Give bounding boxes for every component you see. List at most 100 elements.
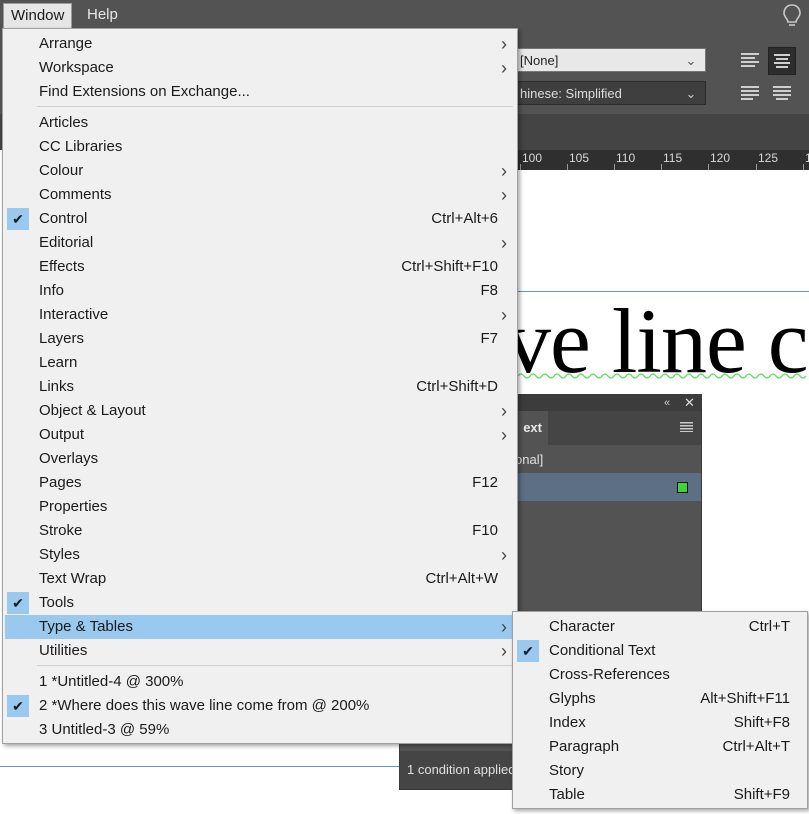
paragraph-style-dropdown[interactable]: [None] ⌄: [513, 48, 706, 72]
language-dropdown[interactable]: hinese: Simplified ⌄: [513, 81, 706, 105]
align-left-button[interactable]: [736, 47, 764, 75]
ruler-label: 115: [663, 151, 683, 165]
condition-label: onal]: [515, 452, 544, 467]
menu-item-type-tables[interactable]: Type & Tables ›: [5, 615, 515, 639]
chevron-down-icon: ⌄: [685, 53, 697, 68]
menu-item-label: Layers: [39, 330, 85, 347]
menu-item-label: CC Libraries: [39, 138, 123, 155]
menu-item-2-where-does-this-wave-line-come-from-200[interactable]: ✔ 2 *Where does this wave line come from …: [5, 694, 515, 718]
submenu-item-character[interactable]: Character Ctrl+T: [515, 615, 805, 639]
menu-item-label: Pages: [39, 474, 82, 491]
menu-item-workspace[interactable]: Workspace ›: [5, 56, 515, 80]
menu-item-label: Arrange: [39, 35, 93, 52]
menu-item-effects[interactable]: Effects Ctrl+Shift+F10: [5, 255, 515, 279]
submenu-item-cross-references[interactable]: Cross-References: [515, 663, 805, 687]
window-menu: Arrange › Workspace › Find Extensions on Exc…: [2, 28, 518, 744]
menu-item-label: Utilities: [39, 642, 88, 659]
chevron-right-icon: ›: [501, 641, 507, 661]
menu-item-output[interactable]: Output ›: [5, 423, 515, 447]
chevron-right-icon: ›: [501, 425, 507, 445]
menu-item-label: 3 Untitled-3 @ 59%: [39, 721, 170, 738]
menu-item-label: Workspace: [39, 59, 114, 76]
submenu-item-table[interactable]: Table Shift+F9: [515, 783, 805, 807]
menu-item-object-layout[interactable]: Object & Layout ›: [5, 399, 515, 423]
submenu-item-conditional-text[interactable]: ✔ Conditional Text: [515, 639, 805, 663]
menu-item-stroke[interactable]: Stroke F10: [5, 519, 515, 543]
chevron-right-icon: ›: [501, 305, 507, 325]
justify-left-button[interactable]: [736, 80, 764, 108]
menu-separator: [37, 665, 513, 666]
lightbulb-icon[interactable]: [780, 3, 804, 29]
menu-item-label: Tools: [39, 594, 75, 611]
checkmark-icon: ✔: [7, 208, 29, 230]
panel-menu-icon[interactable]: [680, 422, 693, 432]
menu-item-layers[interactable]: Layers F7: [5, 327, 515, 351]
menu-item-label: Type & Tables: [39, 618, 133, 635]
checkmark-icon: ✔: [7, 695, 29, 717]
menu-help[interactable]: Help: [80, 3, 125, 27]
menu-item-label: Text Wrap: [39, 570, 107, 587]
menu-item-shortcut: Ctrl+Alt+W: [425, 570, 498, 587]
menu-item-control[interactable]: ✔ Control Ctrl+Alt+6: [5, 207, 515, 231]
menu-item-shortcut: F12: [472, 474, 498, 491]
menu-item-styles[interactable]: Styles ›: [5, 543, 515, 567]
checkmark-icon: ✔: [7, 592, 29, 614]
menu-item-arrange[interactable]: Arrange ›: [5, 32, 515, 56]
chevron-right-icon: ›: [501, 58, 507, 78]
paragraph-style-value: [None]: [520, 53, 559, 68]
menu-item-interactive[interactable]: Interactive ›: [5, 303, 515, 327]
menu-item-pages[interactable]: Pages F12: [5, 471, 515, 495]
type-tables-submenu: Character Ctrl+T ✔ Conditional Text Cross-Re…: [512, 611, 808, 809]
menu-item-learn[interactable]: Learn: [5, 351, 515, 375]
menu-item-find-extensions-on-exchange[interactable]: Find Extensions on Exchange...: [5, 80, 515, 104]
language-value: hinese: Simplified: [520, 86, 622, 101]
menu-separator: [37, 106, 513, 107]
menu-item-articles[interactable]: Articles: [5, 111, 515, 135]
menu-item-label: Colour: [39, 162, 84, 179]
menu-window[interactable]: Window: [3, 3, 73, 28]
chevron-right-icon: ›: [501, 34, 507, 54]
menu-item-tools[interactable]: ✔ Tools: [5, 591, 515, 615]
menu-item-info[interactable]: Info F8: [5, 279, 515, 303]
checkmark-icon: ✔: [517, 640, 539, 662]
justify-center-button[interactable]: [768, 80, 796, 108]
menu-item-editorial[interactable]: Editorial ›: [5, 231, 515, 255]
chevron-right-icon: ›: [501, 233, 507, 253]
chevron-right-icon: ›: [501, 185, 507, 205]
close-icon[interactable]: ✕: [684, 395, 695, 411]
menu-item-text-wrap[interactable]: Text Wrap Ctrl+Alt+W: [5, 567, 515, 591]
submenu-item-label: Conditional Text: [549, 642, 656, 659]
menu-item-3-untitled-3-59[interactable]: 3 Untitled-3 @ 59%: [5, 718, 515, 742]
menu-item-label: Output: [39, 426, 85, 443]
submenu-item-label: Paragraph: [549, 738, 620, 755]
menu-bar: Window Help: [0, 0, 809, 30]
menu-item-overlays[interactable]: Overlays: [5, 447, 515, 471]
submenu-item-story[interactable]: Story: [515, 759, 805, 783]
menu-item-shortcut: Ctrl+Alt+6: [431, 210, 498, 227]
menu-item-label: Styles: [39, 546, 80, 563]
align-center-button[interactable]: [768, 47, 796, 75]
menu-item-comments[interactable]: Comments ›: [5, 183, 515, 207]
menu-item-label: Stroke: [39, 522, 83, 539]
submenu-item-paragraph[interactable]: Paragraph Ctrl+Alt+T: [515, 735, 805, 759]
ruler-label: 120: [710, 151, 731, 165]
submenu-item-shortcut: Ctrl+T: [748, 618, 790, 635]
menu-item-colour[interactable]: Colour ›: [5, 159, 515, 183]
margin-guide: [0, 766, 400, 767]
submenu-item-label: Glyphs: [549, 690, 596, 707]
menu-item-label: Editorial: [39, 234, 94, 251]
chevron-right-icon: ›: [501, 545, 507, 565]
menu-item-utilities[interactable]: Utilities ›: [5, 639, 515, 663]
menu-item-label: 1 *Untitled-4 @ 300%: [39, 673, 184, 690]
collapse-icon[interactable]: «: [664, 395, 670, 411]
submenu-item-label: Table: [549, 786, 585, 803]
submenu-item-glyphs[interactable]: Glyphs Alt+Shift+F11: [515, 687, 805, 711]
chevron-right-icon: ›: [501, 401, 507, 421]
menu-item-properties[interactable]: Properties: [5, 495, 515, 519]
menu-item-shortcut: Ctrl+Shift+F10: [401, 258, 498, 275]
menu-item-1-untitled-4-300[interactable]: 1 *Untitled-4 @ 300%: [5, 670, 515, 694]
menu-item-shortcut: F10: [472, 522, 498, 539]
menu-item-links[interactable]: Links Ctrl+Shift+D: [5, 375, 515, 399]
menu-item-cc-libraries[interactable]: CC Libraries: [5, 135, 515, 159]
submenu-item-index[interactable]: Index Shift+F8: [515, 711, 805, 735]
